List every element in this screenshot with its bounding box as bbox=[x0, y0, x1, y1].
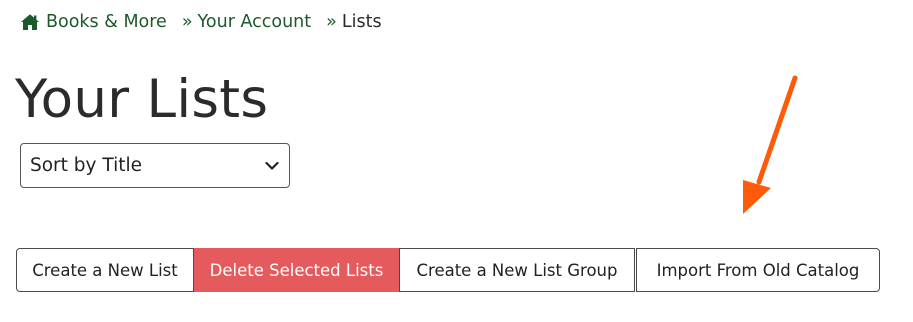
annotation-arrow bbox=[743, 75, 798, 214]
breadcrumb-separator: » bbox=[326, 12, 337, 32]
breadcrumb-your-account-link[interactable]: Your Account bbox=[198, 12, 312, 32]
breadcrumb-current-lists: Lists bbox=[341, 12, 382, 32]
breadcrumb-home[interactable]: Books & More bbox=[20, 12, 167, 32]
sort-select-value: Sort by Title bbox=[30, 155, 143, 176]
breadcrumb: Books & More » Your Account » Lists bbox=[20, 9, 382, 35]
import-from-old-catalog-button[interactable]: Import From Old Catalog bbox=[636, 248, 880, 292]
breadcrumb-home-link[interactable]: Books & More bbox=[46, 12, 167, 32]
breadcrumb-separator: » bbox=[181, 12, 193, 32]
home-icon bbox=[21, 14, 39, 30]
page-title: Your Lists bbox=[15, 69, 269, 130]
delete-selected-lists-button[interactable]: Delete Selected Lists bbox=[194, 248, 399, 292]
create-new-list-button[interactable]: Create a New List bbox=[16, 248, 194, 292]
list-actions-toolbar: Create a New List Delete Selected Lists … bbox=[16, 248, 880, 292]
chevron-down-icon bbox=[265, 161, 279, 170]
create-new-list-group-button[interactable]: Create a New List Group bbox=[399, 248, 635, 292]
sort-select[interactable]: Sort by Title bbox=[20, 143, 290, 188]
